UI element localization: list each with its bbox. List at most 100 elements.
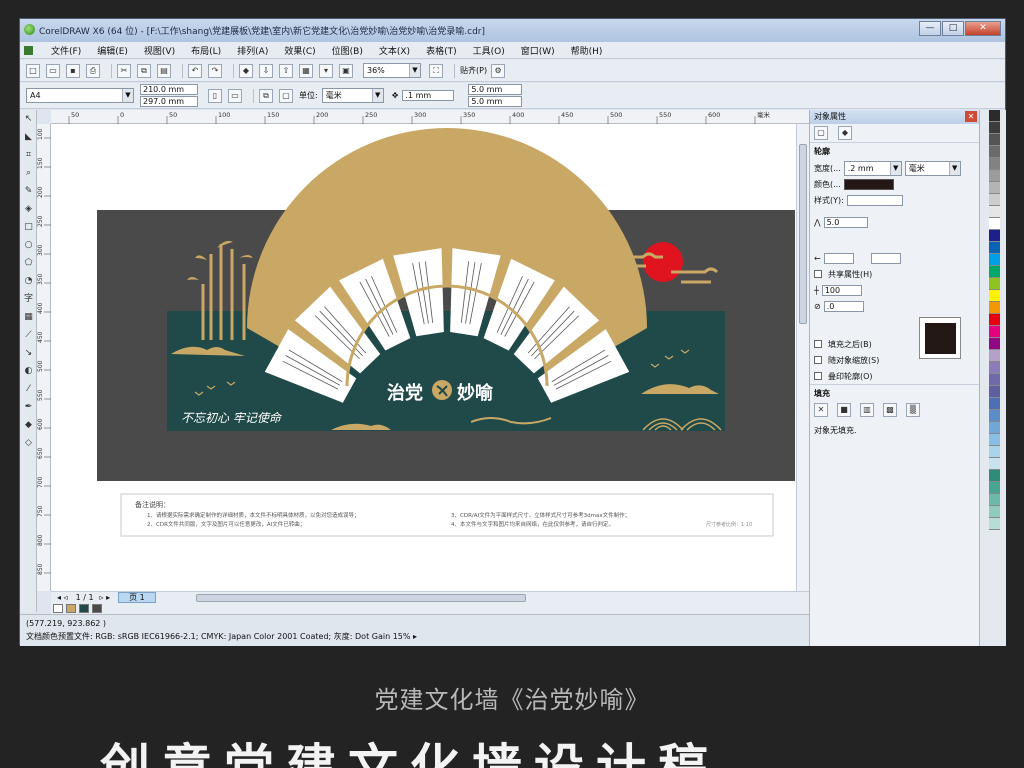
outline-unit-select[interactable]: 毫米 ▼ — [904, 160, 961, 176]
menu-effects[interactable]: 效果(C) — [276, 44, 323, 57]
zoom-level-select[interactable]: 36% ▼ — [363, 63, 421, 78]
gray-swatch[interactable] — [92, 604, 102, 613]
horizontal-ruler[interactable]: 50 0 50 100 150 200 250 300 350 400 450 500 550 600 毫米 — [51, 110, 809, 124]
palette-swatch[interactable] — [989, 386, 1000, 398]
portrait-icon[interactable]: ▯ — [208, 88, 222, 103]
menu-window[interactable]: 窗口(W) — [513, 44, 563, 57]
outline-color-picker[interactable] — [843, 178, 894, 190]
shape-tool-icon[interactable]: ◣ — [22, 131, 35, 144]
welcome-screen-icon[interactable]: ▣ — [339, 63, 353, 78]
ellipse-tool-icon[interactable]: ○ — [22, 239, 35, 252]
rectangle-tool-icon[interactable]: □ — [22, 221, 35, 234]
nudge-distance-field[interactable]: .1 mm — [402, 90, 455, 101]
cut-icon[interactable]: ✂ — [117, 63, 131, 78]
fountain-fill-icon[interactable]: ▥ — [860, 403, 874, 417]
page-prev-icon[interactable]: ◂ ◃ — [57, 593, 68, 602]
start-arrowhead-select[interactable] — [823, 252, 854, 264]
palette-swatch[interactable] — [989, 278, 1000, 290]
palette-swatch[interactable] — [989, 134, 1000, 146]
pick-tool-icon[interactable]: ↖ — [22, 113, 35, 126]
eyedropper-tool-icon[interactable]: ⁄ — [22, 383, 35, 396]
crop-tool-icon[interactable]: ⌗ — [22, 149, 35, 162]
palette-swatch[interactable] — [989, 170, 1000, 182]
menu-help[interactable]: 帮助(H) — [563, 44, 611, 57]
print-icon[interactable]: ⎙ — [86, 63, 100, 78]
miter-limit-field[interactable]: 5.0 — [823, 216, 868, 228]
page-height-field[interactable]: 297.0 mm — [140, 96, 198, 107]
connector-tool-icon[interactable]: ↘ — [22, 347, 35, 360]
text-tool-icon[interactable]: 字 — [22, 293, 35, 306]
current-page-icon[interactable]: ▢ — [279, 88, 293, 103]
menu-edit[interactable]: 编辑(E) — [89, 44, 136, 57]
menu-text[interactable]: 文本(X) — [371, 44, 418, 57]
docker-close-icon[interactable]: ✕ — [965, 111, 977, 122]
palette-swatch[interactable] — [989, 458, 1000, 470]
outline-tool-icon[interactable]: ✒ — [22, 401, 35, 414]
palette-swatch[interactable] — [989, 158, 1000, 170]
palette-swatch[interactable] — [989, 290, 1000, 302]
page-width-field[interactable]: 210.0 mm — [140, 84, 198, 95]
shared-attributes-checkbox[interactable] — [814, 270, 822, 278]
table-tool-icon[interactable]: ▦ — [22, 311, 35, 324]
outline-style-select[interactable] — [846, 194, 903, 206]
basic-shapes-icon[interactable]: ◔ — [22, 275, 35, 288]
polygon-tool-icon[interactable]: ⬠ — [22, 257, 35, 270]
scale-with-object-checkbox[interactable] — [814, 356, 822, 364]
vertical-scroll-thumb[interactable] — [799, 144, 807, 324]
open-icon[interactable]: ▭ — [46, 63, 60, 78]
undo-icon[interactable]: ↶ — [188, 63, 202, 78]
palette-swatch[interactable] — [989, 254, 1000, 266]
nib-angle-field[interactable]: .0 — [823, 300, 864, 312]
units-select[interactable]: 毫米 ▼ — [321, 88, 384, 103]
palette-swatch[interactable] — [989, 194, 1000, 206]
menu-tools[interactable]: 工具(O) — [465, 44, 513, 57]
overprint-checkbox[interactable] — [814, 372, 822, 380]
vertical-ruler[interactable]: 100 150 200 250 300 350 400 450 500 550 600 650 700 7… — [37, 124, 51, 591]
nib-stretch-field[interactable]: 100 — [821, 284, 862, 296]
horizontal-scrollbar[interactable] — [195, 593, 526, 602]
fill-tool-icon[interactable]: ◆ — [22, 419, 35, 432]
palette-swatch[interactable] — [989, 110, 1000, 122]
import-icon[interactable]: ⇩ — [259, 63, 273, 78]
search-content-icon[interactable]: ◆ — [239, 63, 253, 78]
palette-swatch[interactable] — [989, 470, 1000, 482]
save-icon[interactable]: ▪ — [66, 63, 80, 78]
teal-swatch[interactable] — [79, 604, 89, 613]
close-button[interactable]: ✕ — [965, 21, 1001, 36]
new-icon[interactable]: □ — [26, 63, 40, 78]
fill-section-heading[interactable]: 填充 — [810, 384, 979, 402]
page-tab[interactable]: 页 1 — [118, 592, 156, 603]
minimize-button[interactable]: — — [919, 21, 941, 36]
freehand-tool-icon[interactable]: ✎ — [22, 185, 35, 198]
duplicate-y-field[interactable]: 5.0 mm — [468, 96, 523, 107]
export-icon[interactable]: ⇧ — [279, 63, 293, 78]
palette-swatch[interactable] — [989, 230, 1000, 242]
dimension-tool-icon[interactable]: ⟋ — [22, 329, 35, 342]
drawing-canvas[interactable]: 治党 妙喻 不忘初心 牢记使命 备注说明： 1、请根据实际需求确定制作的详细材质… — [51, 124, 809, 591]
palette-swatch[interactable] — [989, 362, 1000, 374]
no-fill-icon[interactable]: ✕ — [814, 403, 828, 417]
pattern-fill-icon[interactable]: ▩ — [883, 403, 897, 417]
zoom-tool-icon[interactable]: ⌕ — [22, 167, 35, 180]
palette-swatch[interactable] — [989, 326, 1000, 338]
palette-swatch[interactable] — [989, 302, 1000, 314]
menu-bitmaps[interactable]: 位图(B) — [324, 44, 371, 57]
palette-swatch[interactable] — [989, 206, 1000, 218]
palette-swatch[interactable] — [989, 494, 1000, 506]
palette-swatch[interactable] — [989, 350, 1000, 362]
uniform-fill-icon[interactable]: ■ — [837, 403, 851, 417]
behind-fill-checkbox[interactable] — [814, 340, 822, 348]
palette-swatch[interactable] — [989, 446, 1000, 458]
all-pages-icon[interactable]: ⧉ — [259, 88, 273, 103]
page-size-select[interactable]: A4 ▼ — [26, 88, 134, 103]
palette-swatch[interactable] — [989, 122, 1000, 134]
palette-swatch[interactable] — [989, 266, 1000, 278]
menu-table[interactable]: 表格(T) — [418, 44, 465, 57]
palette-swatch[interactable] — [989, 506, 1000, 518]
palette-swatch[interactable] — [989, 482, 1000, 494]
palette-swatch[interactable] — [989, 182, 1000, 194]
no-color-swatch[interactable] — [53, 604, 63, 613]
menu-arrange[interactable]: 排列(A) — [229, 44, 276, 57]
interactive-fill-icon[interactable]: ◇ — [22, 437, 35, 450]
menu-file[interactable]: 文件(F) — [43, 44, 89, 57]
